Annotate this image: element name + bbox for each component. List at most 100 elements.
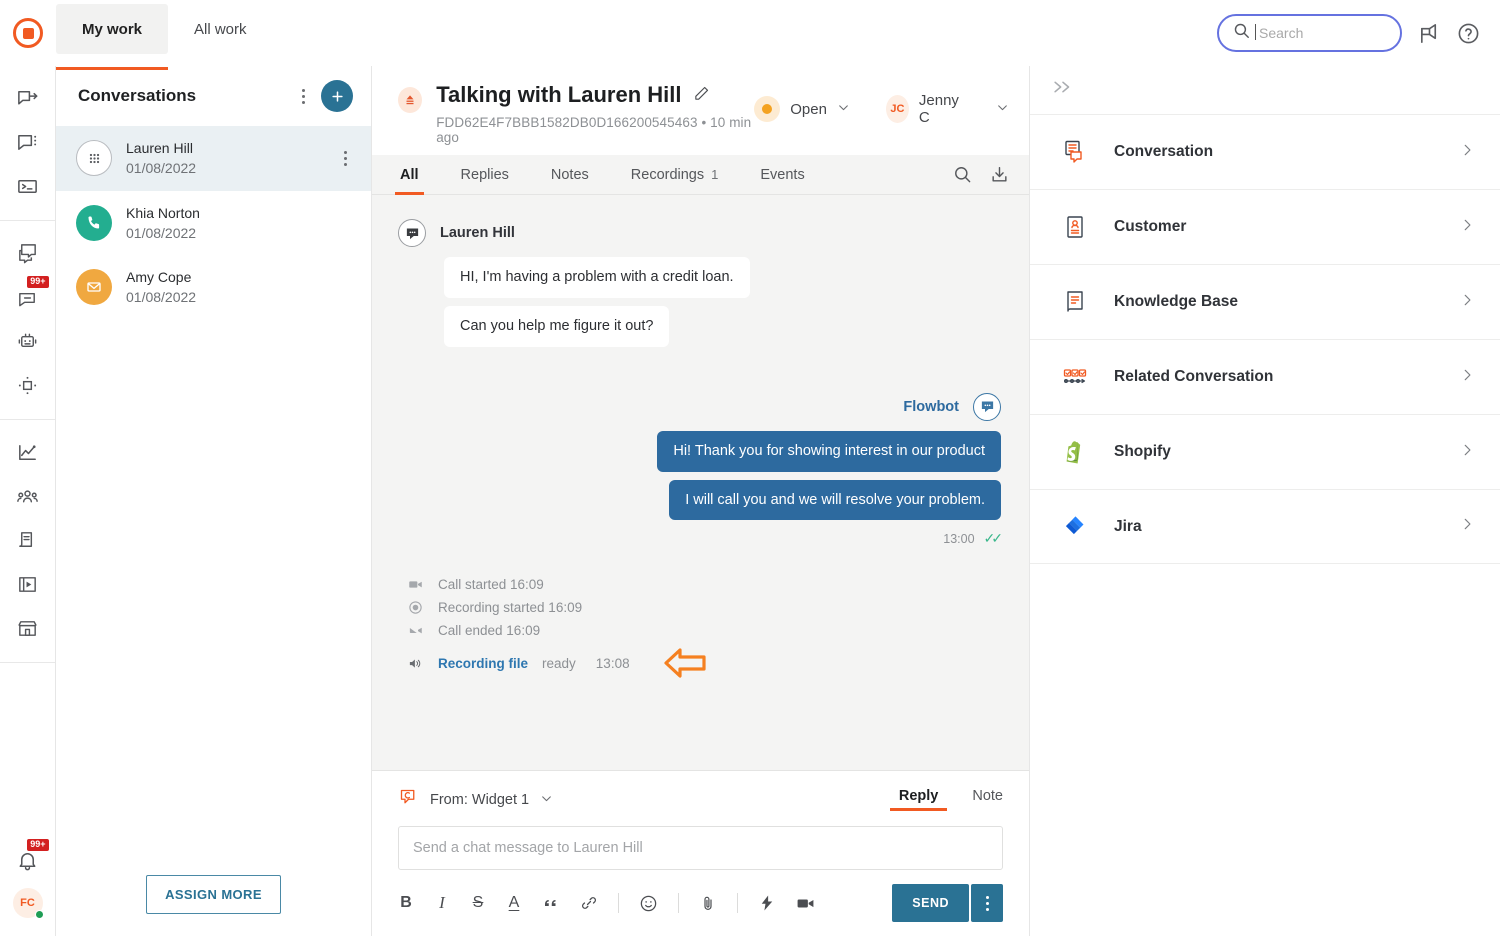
message-sender-name: Flowbot [903,399,959,415]
attachment-icon[interactable] [699,891,717,915]
send-options-kebab-menu-icon[interactable] [971,884,1003,922]
video-camera-icon [406,577,424,592]
list-item-date: 01/08/2022 [126,158,196,178]
tab-notes[interactable]: Notes [549,155,591,195]
tab-all-work[interactable]: All work [168,4,273,54]
event-row: Recording file ready 13:08 [398,642,1001,684]
top-bar-actions: Search [1217,14,1500,52]
rail-item-document[interactable] [8,518,48,562]
brand-logo-icon[interactable] [13,18,43,48]
panel-item-customer[interactable]: Customer [1030,189,1500,264]
thread-download-icon[interactable] [990,165,1009,184]
chevron-right-icon [1460,143,1474,162]
message-input[interactable]: Send a chat message to Lauren Hill [398,826,1003,870]
list-item-kebab-menu-icon[interactable] [335,144,355,172]
composer-tab-reply[interactable]: Reply [899,788,939,811]
rail-item-store[interactable] [8,606,48,650]
strikethrough-icon[interactable]: S [470,891,486,915]
tab-all[interactable]: All [398,155,421,195]
event-status: ready [542,656,576,671]
list-item[interactable]: Lauren Hill 01/08/2022 [56,126,371,191]
recording-file-link[interactable]: Recording file [438,656,528,671]
conversations-kebab-menu-icon[interactable] [293,82,313,110]
rail-item-node[interactable] [8,363,48,407]
notification-badge: 99+ [27,839,48,851]
message-input-placeholder: Send a chat message to Lauren Hill [413,840,643,856]
list-item[interactable]: Khia Norton 01/08/2022 [56,191,371,256]
megaphone-icon[interactable] [1418,22,1441,45]
assignee-avatar: JC [886,95,909,123]
rail-group-3 [0,420,55,663]
tab-my-work[interactable]: My work [56,4,168,54]
italic-icon[interactable]: I [434,891,450,915]
subtitle-separator: • [701,115,706,130]
message-composer: From: Widget 1 Reply Note Send a chat me… [372,770,1029,936]
bold-icon[interactable]: B [398,891,414,915]
add-conversation-button[interactable] [321,80,353,112]
panel-item-label: Knowledge Base [1114,293,1238,311]
message-meta: 13:00 ✓✓ [398,530,999,547]
tab-recordings[interactable]: Recordings 1 [629,155,721,195]
list-item-date: 01/08/2022 [126,287,196,307]
message-sender-name: Lauren Hill [440,225,515,241]
help-circle-icon[interactable] [1457,22,1480,45]
assign-more-container: ASSIGN MORE [56,875,371,936]
panel-item-jira[interactable]: Jira [1030,489,1500,564]
emoji-icon[interactable] [639,891,658,915]
message-group-inbound: Lauren Hill HI, I'm having a problem wit… [398,219,1001,355]
rail-item-chat-options[interactable] [8,120,48,164]
shortcut-icon[interactable] [758,891,776,915]
tab-replies[interactable]: Replies [459,155,511,195]
video-icon[interactable] [796,891,815,915]
list-item-date: 01/08/2022 [126,223,200,243]
conversation-id: FDD62E4F7BBB1582DB0D166200545463 [436,115,697,130]
panel-item-shopify[interactable]: Shopify [1030,414,1500,489]
rail-item-notifications[interactable]: 99+ [8,838,48,882]
search-icon [1233,22,1250,44]
panel-item-label: Shopify [1114,443,1171,461]
text-color-icon[interactable]: A [506,891,522,915]
tab-events[interactable]: Events [758,155,806,195]
composer-tab-note[interactable]: Note [972,788,1003,811]
toolbar-divider [618,893,619,913]
rail-item-chat-forward[interactable] [8,76,48,120]
rail-item-copy-chat[interactable] [8,231,48,275]
rail-item-report[interactable] [8,562,48,606]
video-camera-off-icon [406,623,424,638]
send-button[interactable]: SEND [892,884,969,922]
panel-item-related-conversation[interactable]: Related Conversation [1030,339,1500,414]
quote-icon[interactable] [542,891,560,915]
from-channel-selector[interactable]: From: Widget 1 [398,787,553,812]
link-icon[interactable] [580,891,598,915]
assignee-name: Jenny C [919,92,964,126]
pencil-icon[interactable] [693,82,710,108]
phone-channel-icon [76,205,112,241]
tab-notes-label: Notes [551,167,589,183]
chevron-down-icon [540,792,553,808]
tab-recordings-count: 1 [711,167,718,182]
message-bubble: I will call you and we will resolve your… [669,480,1001,521]
search-input[interactable]: Search [1217,14,1402,52]
conversation-icon [1062,139,1088,165]
message-bubble: Can you help me figure it out? [444,306,669,347]
list-item[interactable]: Amy Cope 01/08/2022 [56,255,371,320]
panel-item-conversation[interactable]: Conversation [1030,114,1500,189]
message-sender-row: Flowbot [398,393,1001,421]
rail-item-robot[interactable] [8,319,48,363]
rail-item-analytics[interactable] [8,430,48,474]
panel-item-knowledge-base[interactable]: Knowledge Base [1030,264,1500,339]
rail-item-terminal[interactable] [8,164,48,208]
event-log: Call started 16:09 Recording started 16:… [398,573,1001,684]
rail-item-inbox[interactable]: 99+ [8,275,48,319]
thread-search-icon[interactable] [953,165,972,184]
assign-more-button[interactable]: ASSIGN MORE [146,875,281,914]
rail-group-bottom: 99+ FC [0,828,55,936]
assignee-selector[interactable]: JC Jenny C [886,92,1009,126]
rail-item-people[interactable] [8,474,48,518]
avatar[interactable]: FC [13,888,43,918]
status-badge[interactable]: Open [754,96,850,122]
double-chevron-right-icon[interactable] [1052,79,1074,101]
list-item-name: Khia Norton [126,203,200,223]
composer-top-row: From: Widget 1 Reply Note [398,787,1003,812]
conversations-title: Conversations [78,86,196,106]
